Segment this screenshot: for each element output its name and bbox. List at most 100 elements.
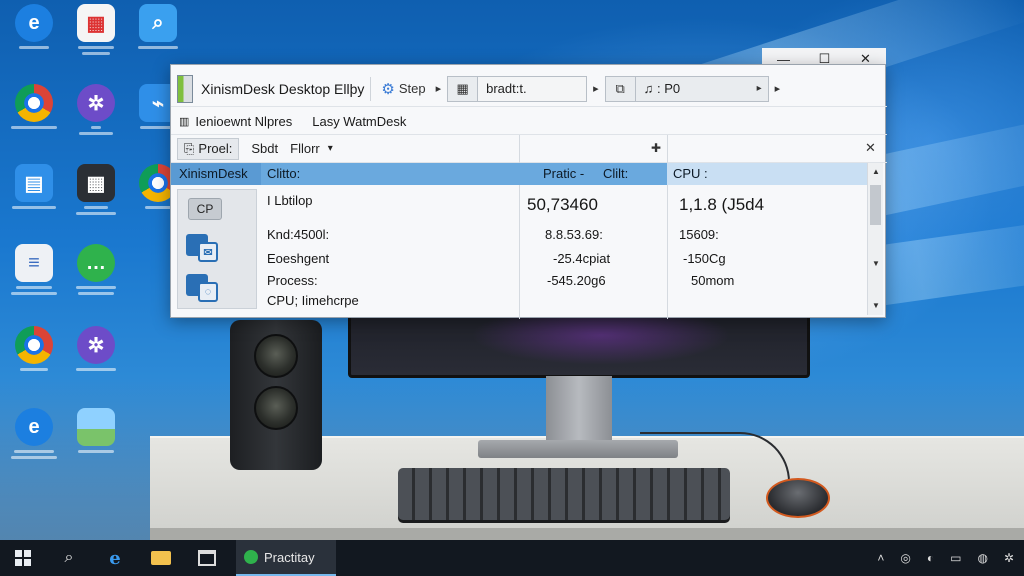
volume-icon[interactable]: ◐ xyxy=(927,551,934,565)
scroll-thumb[interactable] xyxy=(870,185,881,225)
table-row[interactable]: Eoeshgent -25.4cpiat -150Cg xyxy=(171,251,867,273)
chevron-down-icon: ▾ xyxy=(327,143,333,154)
table-cell: -150Cg xyxy=(683,251,726,266)
table-header-col[interactable]: Clilt: xyxy=(603,163,628,185)
chrome-icon xyxy=(15,326,53,364)
system-tray: ˄ ◎ ◐ ▭ ◍ ✲ xyxy=(877,540,1014,576)
table-header-cpu[interactable]: CPU : xyxy=(667,163,867,185)
taskbar-file-explorer[interactable] xyxy=(138,540,184,576)
table-cell: CPU; Iimehcrpe xyxy=(267,293,359,308)
desktop-icon-chrome[interactable] xyxy=(6,84,62,154)
folder-icon xyxy=(151,551,171,565)
table-cell: Eoeshgent xyxy=(267,251,330,266)
language-icon[interactable]: ◍ xyxy=(977,551,987,565)
table-header-col[interactable]: Clitto: xyxy=(267,163,300,185)
icon-caption xyxy=(68,46,124,62)
table-row[interactable]: Knd:4500l: 8.8.53.69: 15609: xyxy=(171,227,867,249)
close-icon[interactable]: ✕ xyxy=(865,140,876,156)
icon-caption xyxy=(6,368,62,384)
desktop-icon-calendar[interactable]: ▦ xyxy=(68,4,124,74)
icon-caption xyxy=(6,286,62,302)
window-title: XinismDesk Desktop Ellþy xyxy=(201,80,365,97)
grid-icon: ▦ xyxy=(77,164,115,202)
icon-caption xyxy=(6,46,62,62)
desktop-icon-edge[interactable]: e xyxy=(6,4,62,74)
taskbar-edge[interactable]: e xyxy=(92,540,138,576)
chrome-icon xyxy=(15,84,53,122)
speaker-cone xyxy=(254,334,298,378)
settings-icon: ✲ xyxy=(77,326,115,364)
settings-icon[interactable]: ✲ xyxy=(1004,551,1014,565)
gear-icon: ⚙ xyxy=(381,80,395,98)
table-cell: Process: xyxy=(267,273,318,288)
table-row[interactable]: CPU; Iimehcrpe xyxy=(171,293,867,315)
search-icon: ⌕ xyxy=(64,549,74,566)
table-row[interactable]: 50,73460 1,1.8 (J5d4 xyxy=(171,195,867,217)
speaker xyxy=(230,320,322,470)
table-row[interactable]: Process: -545.20g6 50mom xyxy=(171,273,867,295)
desktop-icon-edge-2[interactable]: e xyxy=(6,408,62,478)
document-icon: ≡ xyxy=(15,244,53,282)
windows-logo-icon xyxy=(15,550,31,566)
pin-icon[interactable]: ✚ xyxy=(651,141,661,155)
toolbar: XinismDesk Desktop Ellþy ⚙ Step ▸ ▦ brad… xyxy=(171,71,887,107)
scroll-down-icon[interactable]: ▼ xyxy=(872,259,880,268)
chevron-up-icon[interactable]: ˄ xyxy=(877,551,884,565)
battery-icon[interactable]: ▭ xyxy=(950,551,961,565)
filter-dropdown-label: Fllorr xyxy=(290,141,320,156)
scroll-down-icon[interactable]: ▼ xyxy=(872,301,880,310)
desktop-icon-app[interactable]: ✲ xyxy=(68,84,124,154)
icon-caption xyxy=(68,126,124,142)
desktop-icon-chat[interactable]: … xyxy=(68,244,124,314)
chevron-right-icon[interactable]: ▸ xyxy=(436,82,442,95)
desktop-icon-chrome-3[interactable] xyxy=(6,326,62,396)
table-header-col[interactable]: Pratic - xyxy=(543,163,584,185)
chat-icon: … xyxy=(77,244,115,282)
edge-icon: e xyxy=(15,408,53,446)
process-filter-label: Proel: xyxy=(198,141,233,156)
icon-caption xyxy=(6,206,62,222)
desktop-icon-grid[interactable]: ▦ xyxy=(68,164,124,234)
breadcrumb-item[interactable]: Lasy WatmDesk xyxy=(312,114,406,129)
table-header-app[interactable]: XinismDesk xyxy=(171,163,261,185)
media-field[interactable]: ⧉ ♫ : P0 ▸ xyxy=(604,75,769,102)
icon-caption xyxy=(68,450,124,466)
speaker-cone xyxy=(254,386,298,430)
desktop-icon-document[interactable]: ≡ xyxy=(6,244,62,314)
chevron-right-icon[interactable]: ▸ xyxy=(593,82,599,95)
monitor-stand xyxy=(546,376,612,446)
table-cell: -545.20g6 xyxy=(547,273,606,288)
mouse xyxy=(766,478,830,518)
table-cell: 15609: xyxy=(679,227,719,242)
icon-caption xyxy=(68,286,124,302)
scroll-up-icon[interactable]: ▲ xyxy=(872,167,880,176)
taskbar-active-app[interactable]: Practitay xyxy=(236,540,336,576)
taskbar-app-label: Practitay xyxy=(264,549,315,565)
start-button[interactable] xyxy=(0,540,46,576)
desktop-icon-photos[interactable] xyxy=(68,408,124,478)
desktop-icon-settings[interactable]: ✲ xyxy=(68,326,124,396)
chevron-right-icon[interactable]: ▸ xyxy=(775,82,781,95)
filter-dropdown[interactable]: Fllorr ▾ xyxy=(290,141,333,156)
search-button[interactable]: ⌕ xyxy=(46,540,92,576)
calendar-icon: ▦ xyxy=(77,4,115,42)
desk-edge xyxy=(150,528,1024,540)
vertical-scrollbar[interactable]: ▲ ▼ ▼ xyxy=(867,163,883,315)
copy-icon: ⧉ xyxy=(606,76,636,101)
app-icon xyxy=(244,550,258,564)
process-filter-button[interactable]: ⎘ Proel: xyxy=(177,137,240,160)
breadcrumb-item[interactable]: Ienioewnt Nlpres xyxy=(195,114,292,129)
step-button[interactable]: ⚙ Step xyxy=(377,77,429,101)
icon-caption xyxy=(130,46,186,62)
sbdt-filter[interactable]: Sbdt xyxy=(251,141,278,156)
table-cell: 50,73460 xyxy=(527,195,598,214)
network-icon[interactable]: ◎ xyxy=(900,551,910,565)
table-cell: 1,1.8 (J5d4 xyxy=(679,195,765,214)
taskbar-store[interactable] xyxy=(184,540,230,576)
photos-icon xyxy=(77,408,115,446)
address-field[interactable]: ▦ bradt:t. xyxy=(447,75,588,102)
desktop-icon-files[interactable]: ▤ xyxy=(6,164,62,234)
media-value: ♫ : P0 xyxy=(643,81,681,96)
table-cell: 50mom xyxy=(691,273,735,288)
store-icon xyxy=(198,550,216,566)
